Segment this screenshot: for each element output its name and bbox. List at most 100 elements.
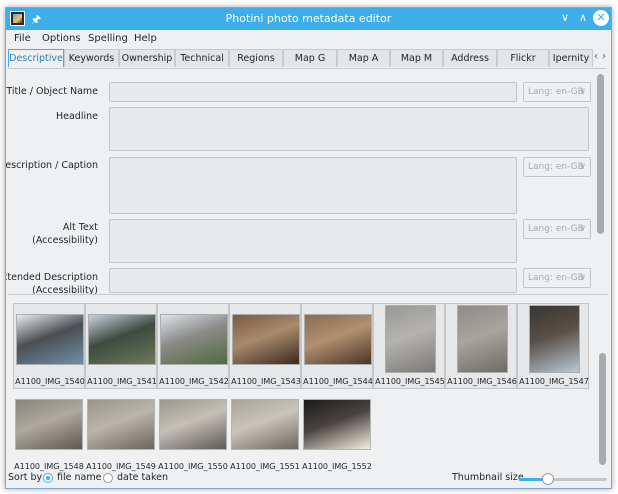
thumbnail-image bbox=[160, 399, 226, 449]
chevron-down-icon: ∨ bbox=[579, 273, 586, 283]
thumbnail-caption: A1100_IMG_1546 bbox=[447, 377, 517, 386]
minimize-icon[interactable]: ∨ bbox=[557, 10, 573, 26]
thumbnail-frame bbox=[449, 306, 515, 372]
thumbnail-image bbox=[304, 399, 370, 449]
thumbnail-image bbox=[17, 314, 83, 364]
chevron-down-icon: ∨ bbox=[579, 162, 586, 172]
tab-technical[interactable]: Technical bbox=[175, 49, 229, 67]
headline-input[interactable] bbox=[109, 107, 589, 151]
thumbnail-item[interactable]: A1100_IMG_1543 bbox=[229, 303, 301, 389]
thumbnail-frame bbox=[377, 306, 443, 372]
status-bar: Sort by file name date taken Thumbnail s… bbox=[6, 469, 611, 488]
thumbnail-size-label: Thumbnail size bbox=[452, 472, 524, 483]
tab-regions[interactable]: Regions bbox=[229, 49, 283, 67]
thumbnail-frame bbox=[17, 306, 83, 372]
tab-ipernity[interactable]: Ipernity bbox=[549, 49, 593, 67]
thumbnail-frame bbox=[521, 306, 587, 372]
description-input[interactable] bbox=[109, 157, 517, 214]
thumbnail-frame bbox=[304, 391, 370, 457]
title-lang-value: Lang: en-GB bbox=[528, 87, 584, 97]
sort-file-name-radio[interactable] bbox=[43, 473, 53, 483]
alt-text-sublabel: (Accessibility) bbox=[32, 235, 98, 246]
thumbnail-image bbox=[88, 399, 154, 449]
thumbnail-frame bbox=[89, 306, 155, 372]
thumbnail-frame bbox=[88, 391, 154, 457]
tab-descriptive[interactable]: Descriptive bbox=[8, 49, 64, 67]
thumbnail-item[interactable]: A1100_IMG_1550 bbox=[157, 389, 229, 475]
thumbnail-caption: A1100_IMG_1544 bbox=[303, 377, 373, 386]
tab-keywords[interactable]: Keywords bbox=[64, 49, 119, 67]
thumbnail-image bbox=[16, 399, 82, 449]
window-title: Photini photo metadata editor bbox=[225, 12, 392, 25]
thumbnail-caption: A1100_IMG_1541 bbox=[87, 377, 157, 386]
thumbnail-item[interactable]: A1100_IMG_1547 bbox=[517, 303, 589, 389]
thumbnail-size-slider[interactable] bbox=[519, 473, 607, 485]
thumbnail-caption: A1100_IMG_1547 bbox=[519, 377, 589, 386]
menu-file[interactable]: File bbox=[14, 33, 31, 44]
thumbnail-frame bbox=[232, 391, 298, 457]
description-lang-select[interactable]: Lang: en-GB ∨ bbox=[523, 157, 591, 177]
sort-by-label: Sort by bbox=[8, 472, 43, 483]
headline-label: Headline bbox=[56, 111, 98, 122]
menu-help[interactable]: Help bbox=[134, 33, 157, 44]
thumbnail-image bbox=[232, 399, 298, 449]
tab-bar: Descriptive Keywords Ownership Technical… bbox=[8, 49, 608, 68]
thumbnail-image bbox=[305, 314, 371, 364]
thumbnail-frame bbox=[161, 306, 227, 372]
form-scrollbar[interactable] bbox=[597, 74, 604, 234]
tab-flickr[interactable]: Flickr bbox=[497, 49, 549, 67]
tab-map-m[interactable]: Map M bbox=[390, 49, 443, 67]
thumbnail-item[interactable]: A1100_IMG_1541 bbox=[85, 303, 157, 389]
main-window: 🖈 Photini photo metadata editor ∨ ∧ ✕ Fi… bbox=[5, 7, 612, 489]
thumbnail-item[interactable]: A1100_IMG_1540 bbox=[13, 303, 85, 389]
menu-options[interactable]: Options bbox=[42, 33, 81, 44]
tab-scroll-right-icon[interactable]: › bbox=[602, 51, 611, 62]
extended-description-lang-select[interactable]: Lang: en-GB ∨ bbox=[523, 268, 591, 288]
thumbnail-item[interactable]: A1100_IMG_1551 bbox=[229, 389, 301, 475]
thumbnail-caption: A1100_IMG_1540 bbox=[15, 377, 85, 386]
thumbnail-item[interactable]: A1100_IMG_1544 bbox=[301, 303, 373, 389]
thumbnail-caption: A1100_IMG_1542 bbox=[159, 377, 229, 386]
sort-file-name-label[interactable]: file name bbox=[57, 472, 101, 483]
extended-description-lang-value: Lang: en-GB bbox=[528, 273, 584, 283]
thumbnail-item[interactable]: A1100_IMG_1542 bbox=[157, 303, 229, 389]
chevron-down-icon: ∨ bbox=[579, 224, 586, 234]
tab-address[interactable]: Address bbox=[443, 49, 497, 67]
description-label: Description / Caption bbox=[5, 160, 98, 171]
thumbnail-item[interactable]: A1100_IMG_1545 bbox=[373, 303, 445, 389]
chevron-down-icon: ∨ bbox=[579, 87, 586, 97]
sort-date-taken-label[interactable]: date taken bbox=[117, 472, 168, 483]
thumbnail-image bbox=[89, 314, 155, 364]
alt-text-label: Alt Text bbox=[62, 222, 98, 233]
extended-description-label: Extended Description bbox=[5, 272, 98, 283]
thumbnail-image bbox=[161, 314, 227, 364]
alt-text-lang-select[interactable]: Lang: en-GB ∨ bbox=[523, 219, 591, 239]
thumbnail-image bbox=[457, 306, 507, 372]
title-input[interactable] bbox=[109, 82, 517, 102]
thumbnail-frame bbox=[160, 391, 226, 457]
thumbnail-image bbox=[233, 314, 299, 364]
tab-map-g[interactable]: Map G bbox=[283, 49, 337, 67]
thumbnail-scrollbar[interactable] bbox=[599, 353, 606, 465]
tab-ownership[interactable]: Ownership bbox=[119, 49, 175, 67]
thumbnail-item[interactable]: A1100_IMG_1549 bbox=[85, 389, 157, 475]
sort-date-taken-radio[interactable] bbox=[103, 473, 113, 483]
alt-text-lang-value: Lang: en-GB bbox=[528, 224, 584, 234]
thumbnail-item[interactable]: A1100_IMG_1552 bbox=[301, 389, 373, 475]
title-label: Title / Object Name bbox=[6, 86, 98, 97]
alt-text-input[interactable] bbox=[109, 219, 517, 263]
maximize-icon[interactable]: ∧ bbox=[575, 10, 591, 26]
thumbnail-item[interactable]: A1100_IMG_1546 bbox=[445, 303, 517, 389]
thumbnail-grid: A1100_IMG_1540 A1100_IMG_1541 A1100_IMG_15… bbox=[8, 294, 608, 471]
menu-bar: File Options Spelling Help bbox=[6, 30, 611, 48]
close-icon[interactable]: ✕ bbox=[593, 10, 609, 26]
slider-handle[interactable] bbox=[542, 473, 554, 485]
tab-map-a[interactable]: Map A bbox=[337, 49, 390, 67]
thumbnail-caption: A1100_IMG_1543 bbox=[231, 377, 301, 386]
menu-spelling[interactable]: Spelling bbox=[88, 33, 128, 44]
thumbnail-item[interactable]: A1100_IMG_1548 bbox=[13, 389, 85, 475]
title-lang-select[interactable]: Lang: en-GB ∨ bbox=[523, 82, 591, 102]
extended-description-input[interactable] bbox=[109, 268, 517, 293]
thumbnail-image bbox=[529, 306, 579, 372]
title-bar[interactable]: 🖈 Photini photo metadata editor ∨ ∧ ✕ bbox=[6, 8, 611, 30]
